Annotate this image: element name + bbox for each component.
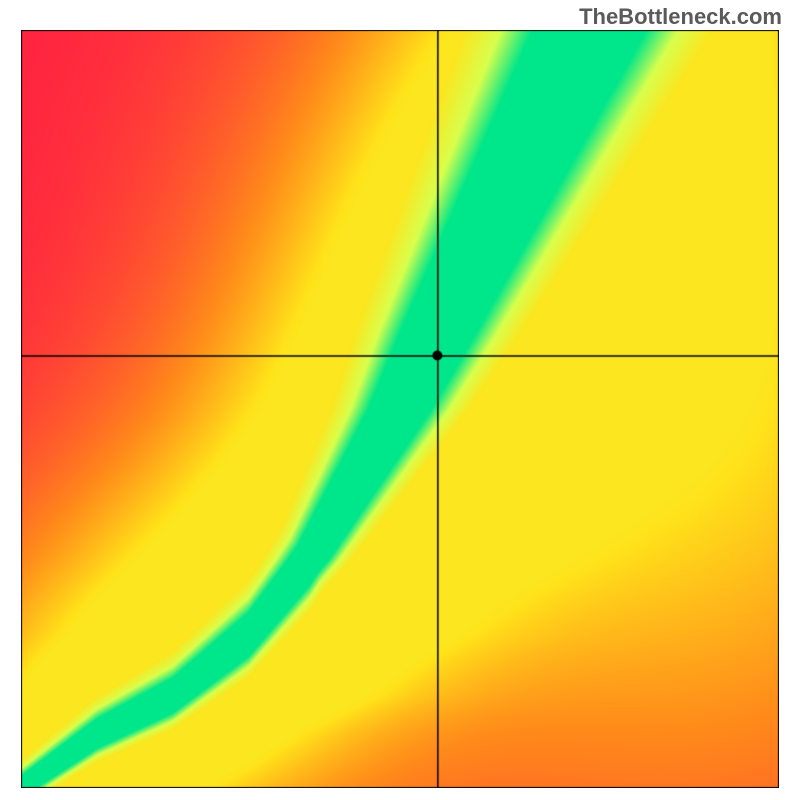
bottleneck-heatmap xyxy=(21,30,779,788)
watermark-text: TheBottleneck.com xyxy=(579,4,782,30)
heatmap-canvas xyxy=(21,30,779,788)
